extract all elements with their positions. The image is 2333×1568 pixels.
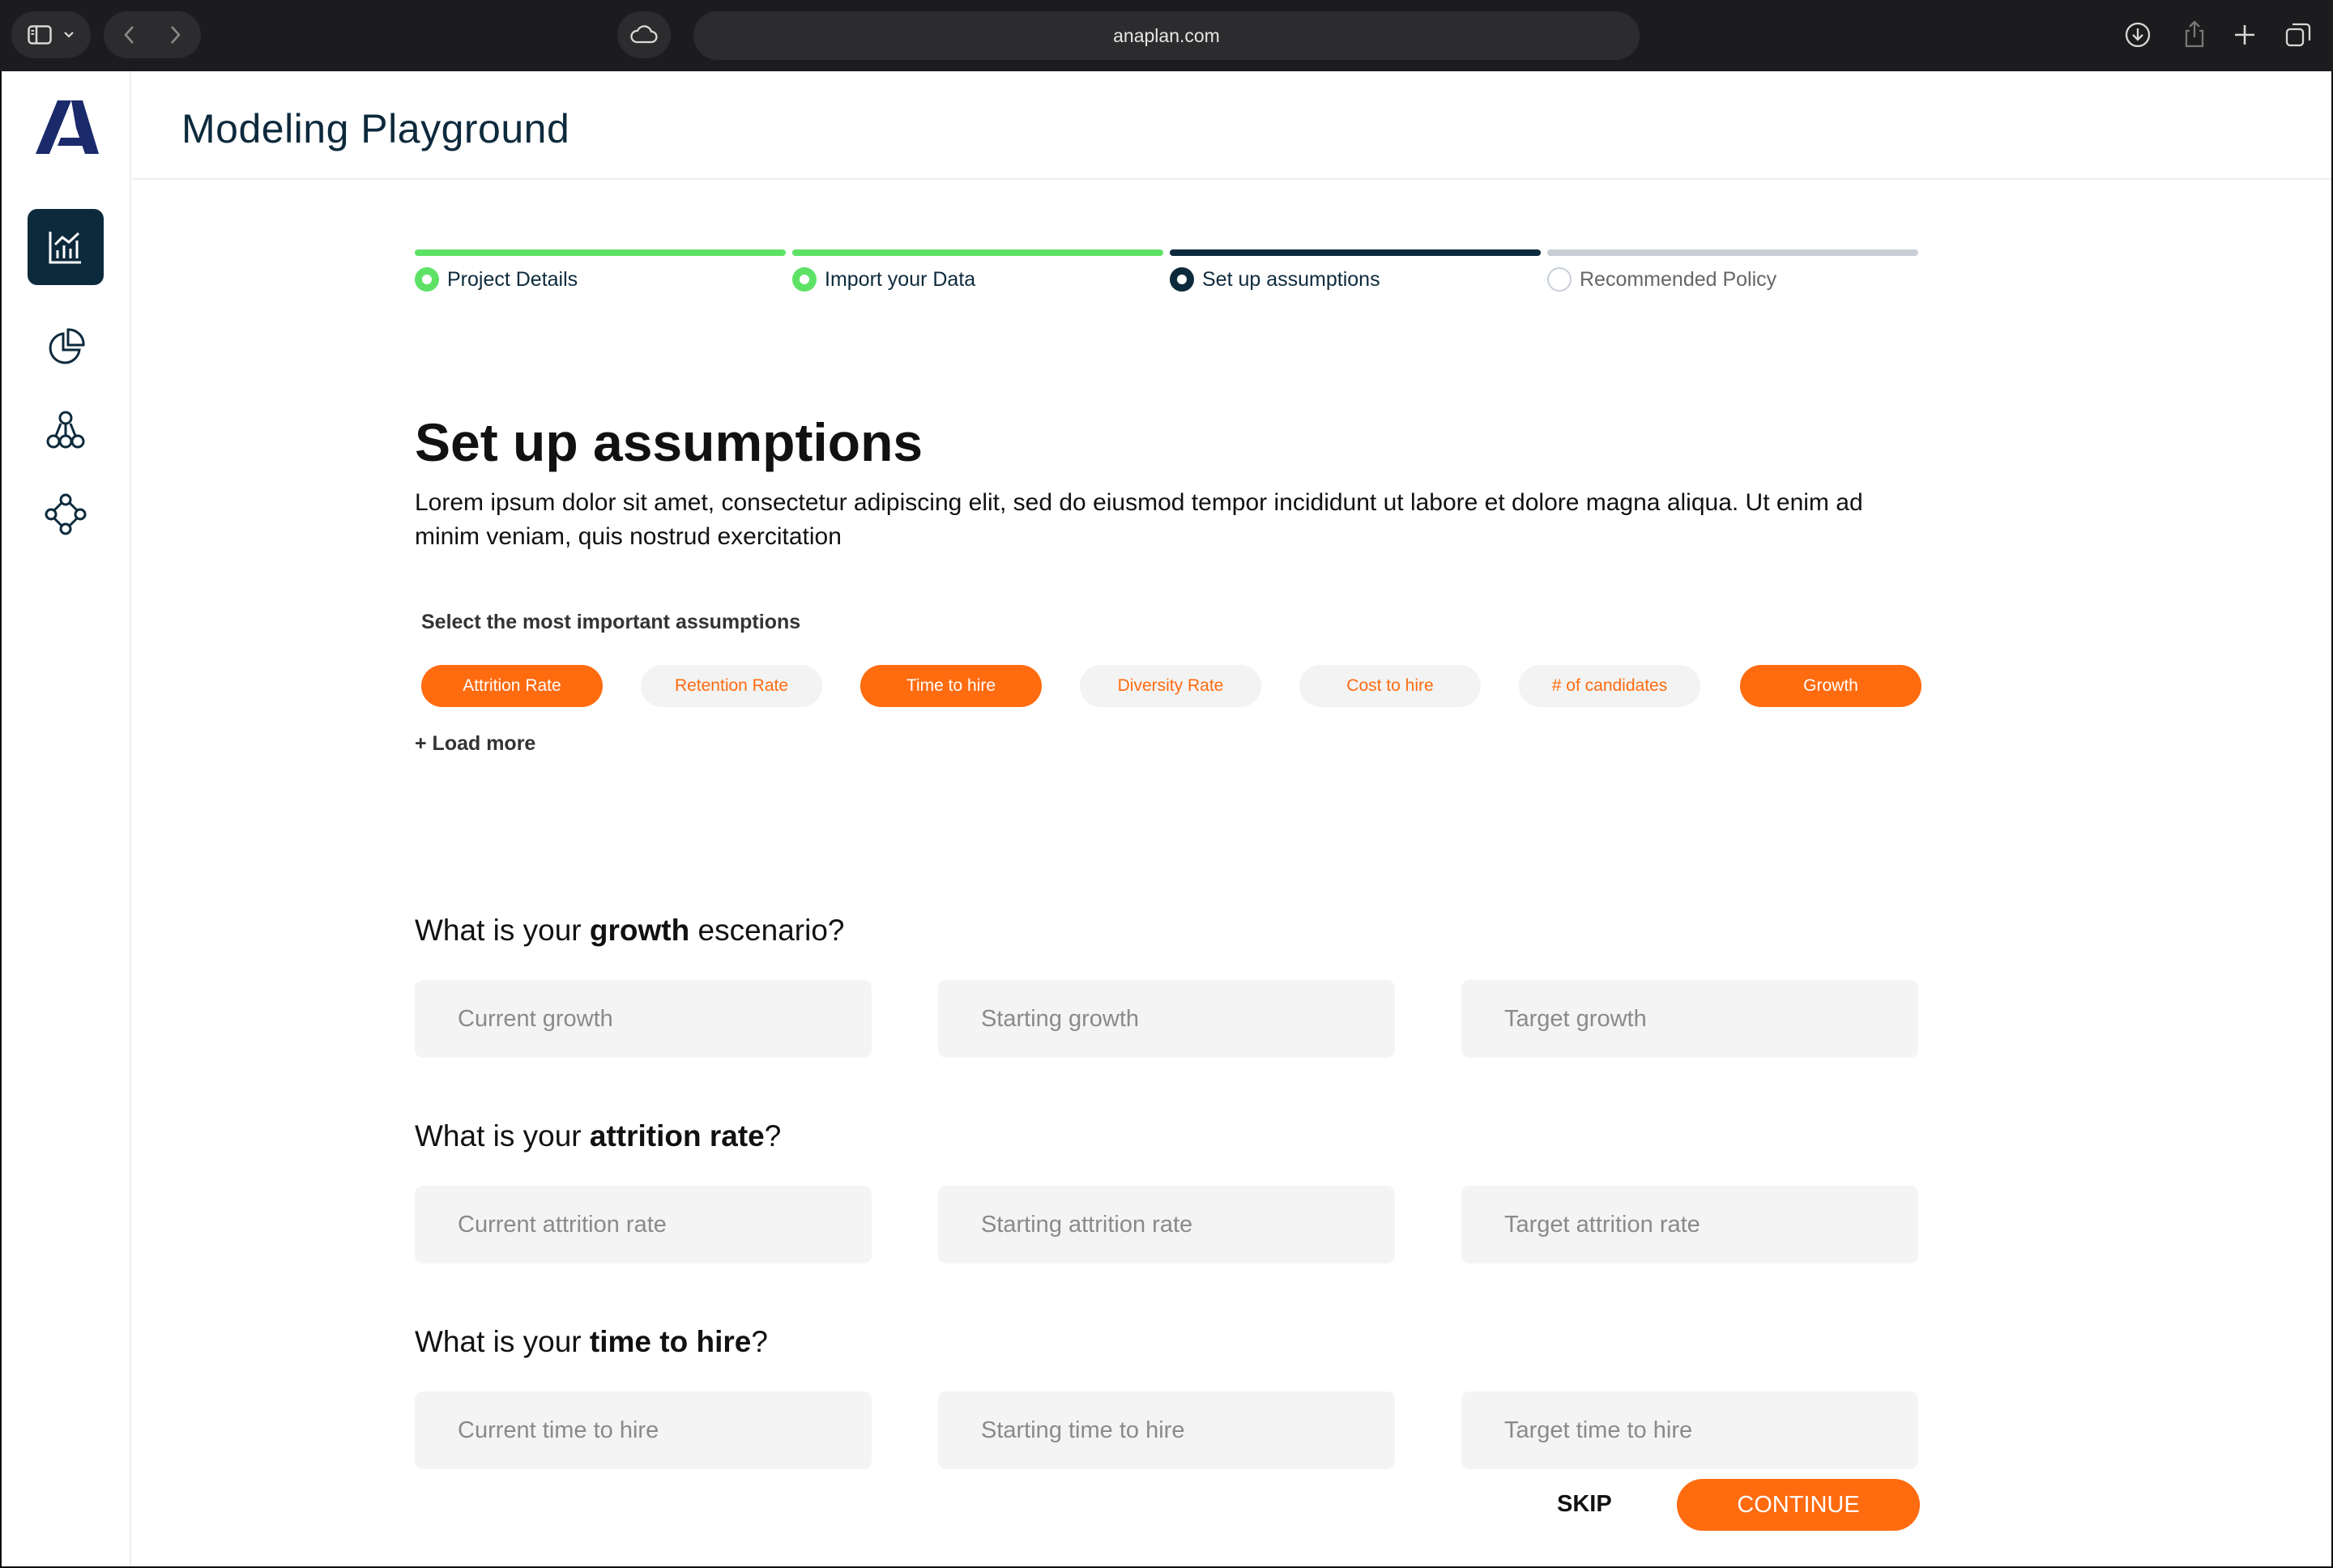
starting-time-to-hire-input[interactable]: Starting time to hire — [938, 1391, 1395, 1469]
question-attrition-rate: What is your attrition rate? — [415, 1119, 782, 1153]
chip-cost-to-hire[interactable]: Cost to hire — [1299, 665, 1481, 707]
analytics-chart-icon — [49, 232, 81, 264]
current-attrition-input[interactable]: Current attrition rate — [415, 1186, 872, 1263]
step-upcoming-icon — [1547, 267, 1572, 292]
chip-diversity-rate[interactable]: Diversity Rate — [1080, 665, 1261, 707]
tab-overview-icon — [2285, 23, 2311, 47]
step-recommended-policy[interactable]: Recommended Policy — [1547, 249, 1918, 292]
chip-retention-rate[interactable]: Retention Rate — [641, 665, 822, 707]
pie-chart-icon — [49, 328, 85, 364]
sidebar-item-analytics[interactable] — [28, 209, 104, 285]
assumptions-label: Select the most important assumptions — [421, 611, 801, 633]
share-button[interactable] — [2182, 19, 2207, 49]
tab-overview-button[interactable] — [2284, 21, 2312, 49]
network-icon — [45, 493, 87, 535]
forward-arrow-icon[interactable] — [167, 24, 183, 45]
skip-button[interactable]: SKIP — [1557, 1491, 1612, 1518]
step-label: Recommended Policy — [1580, 267, 1777, 291]
browser-toolbar: anaplan.com — [0, 0, 2333, 71]
step-progress-bar — [415, 249, 786, 256]
download-button[interactable] — [2124, 21, 2152, 49]
step-import-data[interactable]: Import your Data — [792, 249, 1163, 292]
sidebar-icon — [28, 25, 52, 45]
anaplan-logo[interactable] — [36, 100, 99, 158]
sidebar-item-network[interactable] — [28, 476, 104, 552]
step-complete-icon — [792, 267, 817, 292]
plus-icon — [2235, 25, 2254, 45]
chip-growth[interactable]: Growth — [1740, 665, 1921, 707]
step-progress-bar — [1170, 249, 1541, 256]
share-icon — [2185, 20, 2204, 48]
chip-time-to-hire[interactable]: Time to hire — [860, 665, 1042, 707]
section-heading: Set up assumptions — [415, 412, 923, 472]
step-label: Import your Data — [825, 267, 976, 291]
step-label: Set up assumptions — [1202, 267, 1380, 291]
hierarchy-icon — [46, 411, 85, 449]
back-arrow-icon[interactable] — [122, 24, 138, 45]
current-growth-input[interactable]: Current growth — [415, 980, 872, 1058]
chevron-down-icon — [64, 32, 74, 38]
step-label: Project Details — [447, 267, 578, 291]
sidebar-toggle-button[interactable] — [11, 11, 91, 58]
address-bar[interactable]: anaplan.com — [693, 11, 1640, 60]
load-more-link[interactable]: + Load more — [415, 732, 535, 756]
current-time-to-hire-input[interactable]: Current time to hire — [415, 1391, 872, 1469]
url-text: anaplan.com — [1113, 24, 1220, 46]
new-tab-button[interactable] — [2233, 23, 2257, 47]
chip-attrition-rate[interactable]: Attrition Rate — [421, 665, 603, 707]
step-project-details[interactable]: Project Details — [415, 249, 786, 292]
target-time-to-hire-input[interactable]: Target time to hire — [1461, 1391, 1918, 1469]
step-complete-icon — [415, 267, 439, 292]
target-growth-input[interactable]: Target growth — [1461, 980, 1918, 1058]
history-nav — [104, 11, 201, 58]
sidebar — [2, 71, 131, 1566]
section-description: Lorem ipsum dolor sit amet, consectetur … — [415, 489, 1863, 550]
chip-num-candidates[interactable]: # of candidates — [1519, 665, 1700, 707]
anaplan-logo-icon — [36, 100, 99, 154]
progress-stepper: Project Details Import your Data Set up … — [415, 249, 1921, 306]
target-attrition-input[interactable]: Target attrition rate — [1461, 1186, 1918, 1263]
step-progress-bar — [1547, 249, 1918, 256]
app-header: Modeling Playground — [133, 71, 2331, 180]
download-icon — [2125, 22, 2151, 48]
app-window: Modeling Playground Project Details Impo… — [2, 71, 2331, 1566]
step-current-icon — [1170, 267, 1194, 292]
icloud-button[interactable] — [617, 11, 671, 58]
step-set-up-assumptions[interactable]: Set up assumptions — [1170, 249, 1541, 292]
step-progress-bar — [792, 249, 1163, 256]
continue-button[interactable]: CONTINUE — [1677, 1479, 1920, 1531]
assumption-chips: Attrition Rate Retention Rate Time to hi… — [421, 665, 1921, 707]
question-growth: What is your growth escenario? — [415, 914, 845, 947]
sidebar-item-reports[interactable] — [28, 309, 104, 386]
cloud-icon — [630, 25, 658, 44]
starting-growth-input[interactable]: Starting growth — [938, 980, 1395, 1058]
page-title: Modeling Playground — [181, 106, 570, 151]
question-time-to-hire: What is your time to hire? — [415, 1325, 768, 1358]
starting-attrition-input[interactable]: Starting attrition rate — [938, 1186, 1395, 1263]
sidebar-item-organization[interactable] — [28, 392, 104, 468]
